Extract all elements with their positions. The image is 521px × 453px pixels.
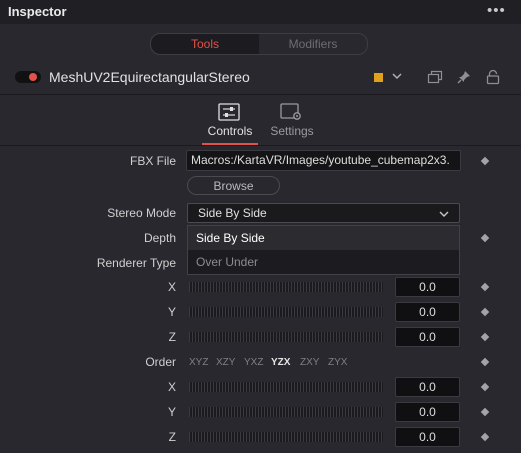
tab-settings[interactable]: Settings — [262, 99, 322, 144]
rotation-x-slider[interactable] — [189, 282, 383, 292]
divider — [0, 145, 521, 146]
order-option-yxz[interactable]: YXZ — [244, 357, 263, 368]
settings-icon — [280, 103, 301, 120]
browse-button[interactable]: Browse — [187, 176, 280, 195]
stereo-mode-select[interactable]: Side By Side — [187, 203, 460, 223]
order-option-xzy[interactable]: XZY — [216, 357, 235, 368]
keyframe-diamond-icon[interactable] — [480, 407, 490, 417]
keyframe-diamond-icon[interactable] — [480, 282, 490, 292]
renderer-type-label: Renderer Type — [96, 256, 176, 270]
rotation-y-input[interactable]: 0.0 — [395, 302, 460, 322]
rotation-x-input[interactable]: 0.0 — [395, 277, 460, 297]
rotation2-y-input[interactable]: 0.0 — [395, 402, 460, 422]
keyframe-diamond-icon[interactable] — [480, 332, 490, 342]
rotation2-x-slider[interactable] — [189, 382, 383, 392]
rotation-z-input[interactable]: 0.0 — [395, 327, 460, 347]
window-title: Inspector — [8, 4, 67, 19]
order-option-xyz[interactable]: XYZ — [189, 357, 208, 368]
sliders-icon — [218, 103, 240, 121]
fbx-file-input[interactable]: Macros:/KartaVR/Images/youtube_cubemap2x… — [186, 150, 461, 171]
keyframe-diamond-icon[interactable] — [480, 357, 490, 367]
rotation2-z-label: Z — [168, 430, 176, 444]
modifiers-toggle-button[interactable]: Modifiers — [259, 34, 367, 54]
node-color-swatch[interactable] — [374, 73, 383, 82]
stereo-mode-dropdown: Side By Side Over Under — [187, 225, 460, 275]
rotation2-x-label: X — [167, 380, 176, 394]
rotation2-z-slider[interactable] — [189, 432, 383, 442]
dropdown-option-over-under[interactable]: Over Under — [188, 250, 459, 274]
chevron-down-icon[interactable] — [390, 69, 404, 83]
order-option-zyx[interactable]: ZYX — [328, 357, 347, 368]
keyframe-diamond-icon[interactable] — [480, 156, 490, 166]
order-label: Order — [145, 355, 176, 369]
chevron-down-icon — [439, 211, 449, 217]
keyframe-diamond-icon[interactable] — [480, 307, 490, 317]
rotation2-y-label: Y — [167, 405, 176, 419]
divider — [0, 94, 521, 95]
rotation-z-label: Z — [168, 330, 176, 344]
tab-settings-label: Settings — [270, 124, 314, 138]
rotation-z-slider[interactable] — [189, 332, 383, 342]
rotation-y-label: Y — [167, 305, 176, 319]
fbx-file-label: FBX File — [129, 154, 176, 168]
rotation-x-label: X — [167, 280, 176, 294]
keyframe-diamond-icon[interactable] — [480, 233, 490, 243]
order-option-yzx[interactable]: YZX — [271, 357, 290, 368]
tab-controls-label: Controls — [207, 124, 253, 138]
depth-label: Depth — [143, 231, 176, 245]
keyframe-diamond-icon[interactable] — [480, 432, 490, 442]
node-enable-toggle[interactable] — [15, 71, 41, 83]
pin-icon[interactable] — [456, 69, 472, 85]
order-option-zxy[interactable]: ZXY — [300, 357, 319, 368]
more-options-icon[interactable]: ••• — [487, 2, 506, 19]
keyframe-diamond-icon[interactable] — [480, 382, 490, 392]
tab-controls[interactable]: Controls — [200, 99, 260, 144]
lock-icon[interactable] — [485, 69, 501, 85]
title-bar — [0, 0, 521, 24]
node-enable-indicator — [29, 73, 37, 81]
stereo-mode-label: Stereo Mode — [107, 206, 176, 220]
rotation2-x-input[interactable]: 0.0 — [395, 377, 460, 397]
rotation2-z-input[interactable]: 0.0 — [395, 427, 460, 447]
stereo-mode-value: Side By Side — [198, 206, 267, 220]
node-name: MeshUV2EquirectangularStereo — [49, 69, 250, 85]
view-toggle: Tools Modifiers — [150, 33, 368, 55]
tools-toggle-button[interactable]: Tools — [151, 34, 259, 54]
rotation2-y-slider[interactable] — [189, 407, 383, 417]
rotation-y-slider[interactable] — [189, 307, 383, 317]
dropdown-option-side-by-side[interactable]: Side By Side — [188, 226, 459, 250]
copy-icon[interactable] — [427, 70, 443, 84]
